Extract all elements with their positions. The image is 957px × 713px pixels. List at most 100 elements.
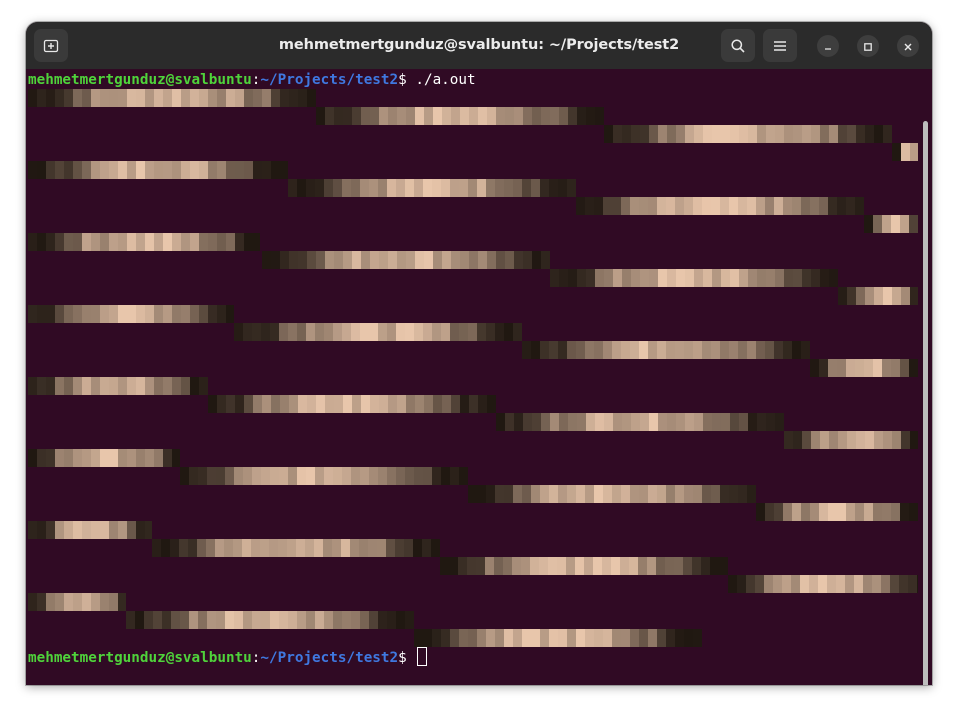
output-pixel [91,305,100,323]
output-pixel [278,539,287,557]
new-tab-button[interactable] [34,29,68,62]
output-pixel [342,611,351,629]
output-pixel [783,503,792,521]
output-pixel [595,107,604,125]
output-pixel [783,197,792,215]
output-pixel [28,593,37,611]
close-button[interactable] [897,35,919,57]
minimize-button[interactable] [817,35,839,57]
output-pixel [612,341,621,359]
output-pixel [288,179,297,197]
output-pixel [271,89,280,107]
output-pixel [550,107,559,125]
output-pixel-row [784,431,918,449]
output-pixel [307,395,316,413]
output-pixel [810,359,819,377]
output-pixel [891,359,900,377]
active-prompt-line[interactable]: mehmetmertgunduz@svalbuntu:~/Projects/te… [28,647,428,666]
output-pixel [287,539,296,557]
output-pixel [226,305,234,323]
output-pixel [55,161,64,179]
search-button[interactable] [721,29,755,62]
output-pixel [323,539,332,557]
output-pixel [602,557,611,575]
output-pixel [306,179,315,197]
output-pixel [442,251,451,269]
output-pixel [622,269,631,287]
output-pixel [82,233,91,251]
output-pixel [901,431,910,449]
output-pixel [163,449,172,467]
output-pixel [145,89,154,107]
output-pixel [315,467,324,485]
output-pixel-row [864,215,918,233]
output-pixel [144,611,153,629]
output-pixel [297,179,306,197]
output-pixel [422,539,431,557]
output-pixel [658,125,667,143]
menu-button[interactable] [763,29,797,62]
output-pixel [279,611,288,629]
output-pixel-row [604,125,892,143]
output-pixel [369,611,378,629]
output-pixel [37,377,46,395]
output-pixel [333,611,342,629]
output-pixel [91,449,100,467]
output-pixel [865,125,874,143]
output-pixel [892,287,901,305]
output-pixel [793,125,802,143]
output-pixel [243,323,252,341]
output-pixel [532,413,541,431]
output-pixel [640,125,649,143]
output-pixel [811,269,820,287]
output-pixel [910,287,918,305]
output-pixel [847,287,856,305]
output-pixel [900,503,909,521]
output-pixel [199,377,208,395]
output-pixel [505,251,514,269]
output-pixel [667,125,676,143]
output-pixel [379,251,388,269]
output-pixel [243,467,252,485]
output-pixel [657,629,666,647]
output-pixel [252,467,261,485]
output-pixel [46,89,55,107]
output-pixel [746,575,755,593]
output-pixel [387,467,396,485]
output-pixel [242,539,251,557]
output-pixel [647,557,656,575]
output-pixel [775,413,784,431]
output-pixel [594,197,603,215]
output-pixel [387,323,396,341]
scrollbar[interactable] [923,121,928,685]
title-bar[interactable]: mehmetmertgunduz@svalbuntu: ~/Projects/t… [26,22,932,69]
output-pixel [892,143,901,161]
output-pixel [406,251,415,269]
output-pixel [711,341,720,359]
output-pixel [360,179,369,197]
output-pixel [514,413,523,431]
output-pixel [891,215,900,233]
maximize-button[interactable] [857,35,879,57]
output-pixel [136,449,145,467]
output-pixel [46,161,55,179]
output-pixel [432,179,441,197]
output-pixel [28,89,37,107]
output-pixel [171,611,180,629]
output-pixel [486,485,495,503]
output-pixel [684,629,693,647]
output-pixel [775,269,784,287]
output-pixel [477,485,486,503]
output-pixel [909,359,918,377]
output-pixel [523,251,532,269]
output-pixel [289,89,298,107]
output-pixel [712,413,721,431]
output-pixel [154,89,163,107]
terminal-area[interactable]: mehmetmertgunduz@svalbuntu:~/Projects/te… [26,69,932,685]
output-pixel [694,125,703,143]
output-pixel [828,197,837,215]
output-pixel [298,251,307,269]
output-pixel [127,521,136,539]
output-pixel [172,89,181,107]
output-pixel [514,107,523,125]
